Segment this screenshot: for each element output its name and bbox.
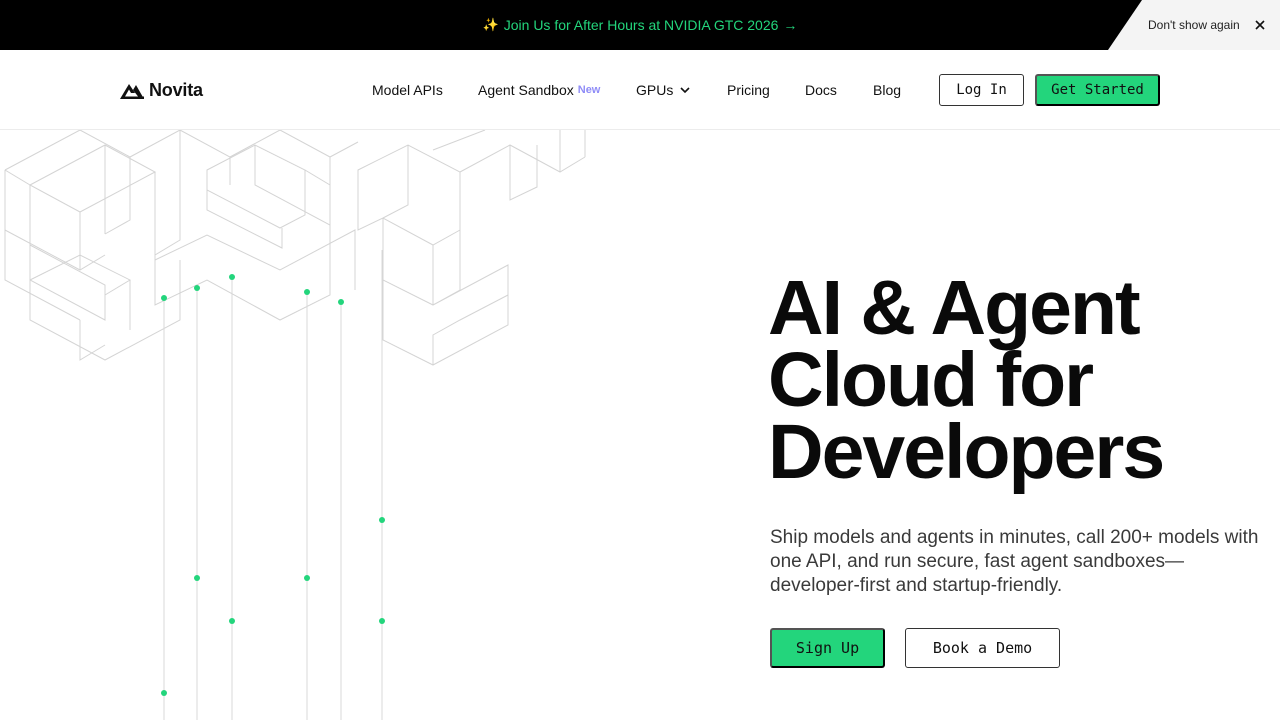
hero-title-line: AI & Agent <box>768 265 1141 351</box>
hero-title-line: Cloud for <box>768 337 1094 423</box>
nav-docs[interactable]: Docs <box>805 82 837 98</box>
announcement-text: Join Us for After Hours at NVIDIA GTC 20… <box>503 17 779 33</box>
sparkle-icon: ✨ <box>482 17 499 32</box>
hero-illustration <box>4 130 586 720</box>
announcement-bar: ✨ Join Us for After Hours at NVIDIA GTC … <box>0 0 1280 50</box>
hero-subtitle-line: Ship models and agents in minutes, call … <box>770 527 1259 548</box>
nav-agent-sandbox[interactable]: Agent Sandbox New <box>478 82 600 98</box>
arrow-right-icon: → <box>783 17 798 33</box>
nav-blog[interactable]: Blog <box>873 82 901 98</box>
new-badge: New <box>577 84 601 96</box>
sign-up-button[interactable]: Sign Up <box>770 628 885 668</box>
hero-title-line: Developers <box>768 409 1165 495</box>
novita-logo-icon <box>120 83 144 99</box>
nav-item-label: Blog <box>873 82 902 98</box>
announcement-link[interactable]: ✨ Join Us for After Hours at NVIDIA GTC … <box>0 0 1280 50</box>
nav-item-label: Pricing <box>727 82 770 98</box>
hero-title: AI & Agent Cloud for Developers <box>768 265 1280 495</box>
logo[interactable]: Novita <box>120 80 203 101</box>
book-demo-button[interactable]: Book a Demo <box>905 628 1060 668</box>
nav-model-apis[interactable]: Model APIs <box>372 82 443 98</box>
get-started-button[interactable]: Get Started <box>1035 74 1160 106</box>
circuit-lines <box>163 250 383 720</box>
login-button[interactable]: Log In <box>939 74 1024 106</box>
hero-subtitle-line: developer-first and startup-friendly. <box>770 575 1063 596</box>
nav-gpus[interactable]: GPUs <box>636 82 691 98</box>
chevron-down-icon <box>680 87 690 94</box>
close-icon[interactable] <box>1252 17 1268 33</box>
isometric-lattice <box>4 130 586 366</box>
nav-item-label: Agent Sandbox <box>478 82 574 98</box>
nav-pricing[interactable]: Pricing <box>727 82 770 98</box>
hero-subtitle: Ship models and agents in minutes, call … <box>770 526 1280 598</box>
nav-item-label: Model APIs <box>372 82 443 98</box>
circuit-nodes <box>161 274 385 696</box>
navbar: Novita Model APIs Agent Sandbox New GPUs… <box>0 50 1280 130</box>
nav-item-label: GPUs <box>636 82 674 98</box>
hero-subtitle-line: one API, and run secure, fast agent sand… <box>770 551 1185 572</box>
nav-item-label: Docs <box>805 82 837 98</box>
dont-show-again-button[interactable]: Don't show again <box>1148 18 1240 32</box>
brand-name: Novita <box>149 80 203 100</box>
